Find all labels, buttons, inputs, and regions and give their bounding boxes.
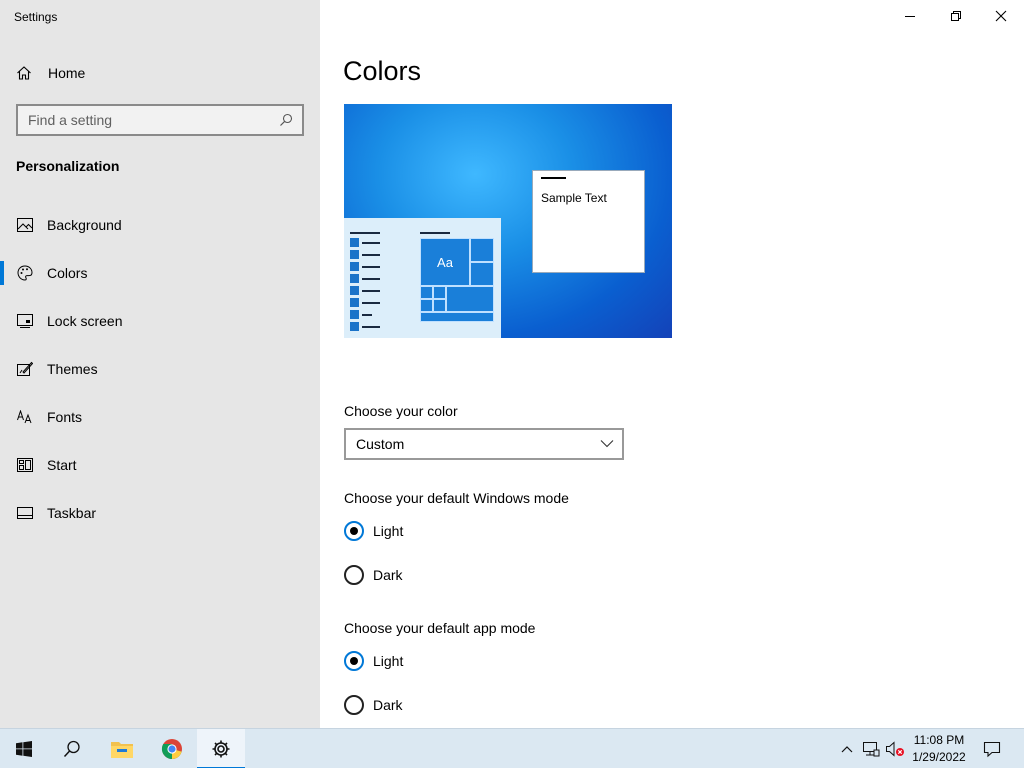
themes-icon <box>17 361 33 377</box>
color-preview: Sample Text Aa <box>344 104 672 338</box>
settings-taskbar-button[interactable] <box>197 729 245 768</box>
chevron-up-icon <box>841 746 853 753</box>
minimize-icon <box>905 16 915 17</box>
radio-circle[interactable] <box>344 695 364 715</box>
preview-start-menu: Aa <box>344 218 501 338</box>
close-button[interactable] <box>978 0 1024 32</box>
radio-circle[interactable] <box>344 565 364 585</box>
clock-time: 11:08 PM <box>913 733 965 747</box>
search-input[interactable] <box>28 112 278 128</box>
sidebar-item-lock-screen[interactable]: Lock screen <box>0 297 320 345</box>
radio-circle[interactable] <box>344 521 364 541</box>
app-mode-light-radio[interactable]: Light <box>344 651 403 671</box>
sidebar-item-label: Colors <box>47 265 88 281</box>
radio-label: Light <box>373 523 404 539</box>
sidebar-item-fonts[interactable]: Fonts <box>0 393 320 441</box>
network-icon <box>863 742 880 757</box>
radio-label: Dark <box>373 697 403 713</box>
choose-color-label: Choose your color <box>344 403 458 419</box>
system-clock[interactable]: 11:08 PM 1/29/2022 <box>902 732 976 766</box>
home-icon <box>16 65 32 81</box>
sidebar-item-label: Taskbar <box>47 505 97 521</box>
sidebar-item-start[interactable]: Start <box>0 441 320 489</box>
network-button[interactable] <box>860 729 882 768</box>
palette-icon <box>17 265 33 281</box>
app-mode-dark-radio[interactable]: Dark <box>344 695 403 715</box>
radio-label: Dark <box>373 567 403 583</box>
search-icon[interactable] <box>278 112 294 128</box>
sidebar-item-label: Fonts <box>47 409 83 425</box>
sidebar-item-taskbar[interactable]: Taskbar <box>0 489 320 537</box>
settings-gear-icon <box>212 740 230 758</box>
minimize-button[interactable] <box>887 0 933 32</box>
file-explorer-icon <box>111 742 133 758</box>
search-icon <box>63 740 80 758</box>
start-icon <box>17 457 33 473</box>
restore-button[interactable] <box>933 0 979 32</box>
windows-mode-light-radio[interactable]: Light <box>344 521 403 541</box>
action-center-icon <box>983 741 1001 758</box>
sample-text: Sample Text <box>541 191 607 205</box>
sidebar-item-colors[interactable]: Colors <box>0 249 320 297</box>
sidebar-item-label: Lock screen <box>47 313 123 329</box>
fonts-icon <box>17 409 33 425</box>
close-icon <box>995 10 1007 22</box>
radio-circle[interactable] <box>344 651 364 671</box>
lock-screen-icon <box>17 313 33 329</box>
sample-window: Sample Text <box>532 170 645 273</box>
radio-label: Light <box>373 653 404 669</box>
app-mode-label: Choose your default app mode <box>344 620 536 636</box>
sidebar-item-themes[interactable]: Themes <box>0 345 320 393</box>
restore-icon <box>951 11 961 21</box>
picture-icon <box>17 217 33 233</box>
sidebar-item-background[interactable]: Background <box>0 201 320 249</box>
sidebar-item-label: Themes <box>47 361 98 377</box>
action-center-button[interactable] <box>978 729 1006 768</box>
taskbar-icon <box>17 505 33 521</box>
start-button[interactable] <box>0 729 48 768</box>
home-link[interactable]: Home <box>16 63 85 83</box>
home-label: Home <box>48 65 86 81</box>
search-box[interactable] <box>16 104 304 136</box>
clock-date: 1/29/2022 <box>912 750 966 764</box>
section-title: Personalization <box>16 158 120 174</box>
app-title: Settings <box>14 10 58 24</box>
sidebar-nav: Background Colors Lock screen Themes Fon… <box>0 201 320 537</box>
windows-mode-label: Choose your default Windows mode <box>344 490 569 506</box>
preview-tile: Aa <box>420 238 470 286</box>
sidebar-item-label: Start <box>47 457 77 473</box>
chevron-down-icon <box>600 440 614 448</box>
windows-start-icon <box>16 741 32 757</box>
chrome-button[interactable] <box>148 729 196 768</box>
page-title: Colors <box>343 56 422 86</box>
sidebar-item-label: Background <box>47 217 122 233</box>
chrome-icon <box>161 739 182 760</box>
taskbar: 11:08 PM 1/29/2022 <box>0 728 1024 768</box>
windows-mode-dark-radio[interactable]: Dark <box>344 565 403 585</box>
sidebar: Settings Home Personalization Background… <box>0 0 320 728</box>
color-dropdown[interactable]: Custom <box>344 428 624 460</box>
color-dropdown-value: Custom <box>356 436 405 452</box>
show-hidden-icons-button[interactable] <box>838 729 856 768</box>
taskbar-search-button[interactable] <box>48 729 96 768</box>
file-explorer-button[interactable] <box>98 729 146 768</box>
